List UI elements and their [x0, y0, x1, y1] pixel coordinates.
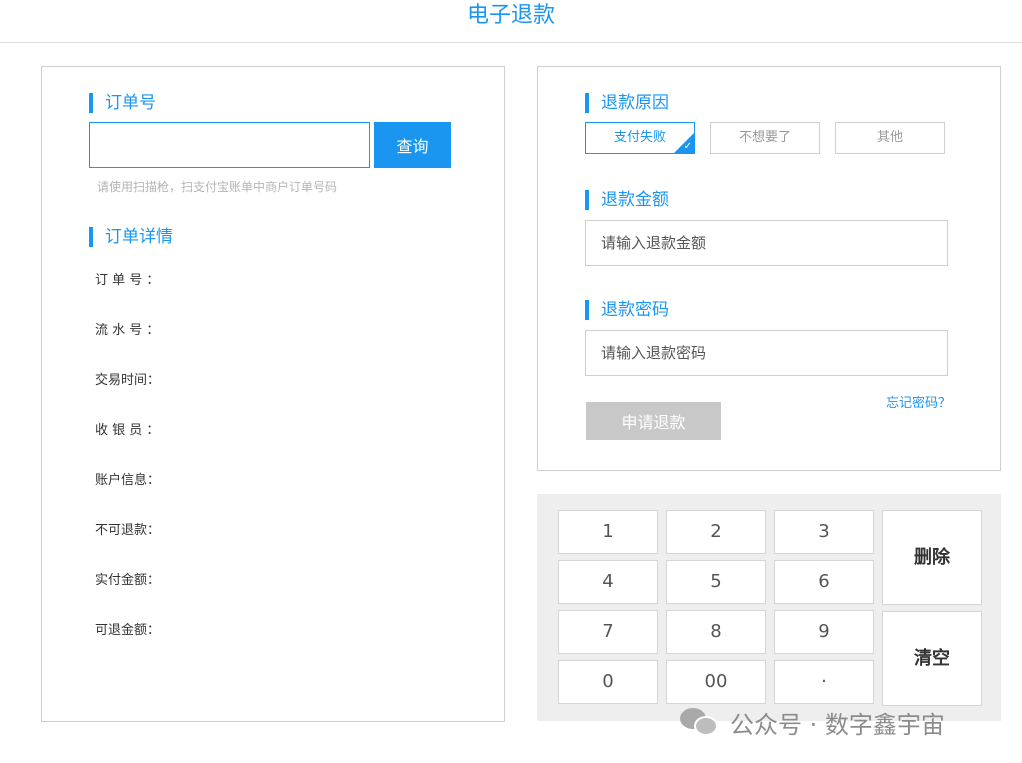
check-icon: ✓: [683, 141, 692, 152]
detail-label-cashier: 收 银 员 ：: [95, 423, 160, 438]
refund-panel: 退款原因 支付失败 ✓ 不想要了 其他 退款金额 退款密码 忘记密码？ 申请退款: [537, 66, 1001, 471]
numeric-keypad: 1 2 3 4 5 6 7 8 9 0 00 · 删除 清空: [537, 494, 1001, 721]
key-9[interactable]: 9: [774, 610, 874, 654]
reason-option-label: 不想要了: [738, 130, 791, 145]
key-5[interactable]: 5: [666, 560, 766, 604]
key-3[interactable]: 3: [774, 510, 874, 554]
refund-password-input[interactable]: [585, 330, 948, 376]
order-number-section-title: 订单号: [89, 93, 156, 113]
refund-amount-input[interactable]: [585, 220, 948, 266]
watermark: 公众号 · 数字鑫宇宙: [680, 704, 945, 740]
detail-label-non-refundable: 不可退款：: [95, 523, 161, 538]
order-detail-section-title: 订单详情: [89, 227, 173, 247]
order-number-input[interactable]: [89, 122, 370, 168]
key-1[interactable]: 1: [558, 510, 658, 554]
reason-option-payment-failed[interactable]: 支付失败 ✓: [585, 122, 695, 154]
key-7[interactable]: 7: [558, 610, 658, 654]
detail-label-account-info: 账户信息：: [95, 473, 161, 488]
detail-label-order-number: 订 单 号 ：: [95, 273, 160, 288]
clear-button[interactable]: 清空: [882, 611, 982, 706]
key-2[interactable]: 2: [666, 510, 766, 554]
detail-label-trade-time: 交易时间：: [95, 373, 161, 388]
reason-option-dont-want[interactable]: 不想要了: [710, 122, 820, 154]
reason-option-label: 支付失败: [613, 130, 666, 145]
wechat-icon: [680, 706, 722, 738]
delete-button[interactable]: 删除: [882, 510, 982, 605]
refund-amount-section-title: 退款金额: [585, 190, 669, 210]
key-00[interactable]: 00: [666, 660, 766, 704]
refund-password-section-title: 退款密码: [585, 300, 669, 320]
detail-label-paid-amount: 实付金额：: [95, 573, 161, 588]
key-8[interactable]: 8: [666, 610, 766, 654]
page-title: 电子退款: [0, 0, 1022, 43]
refund-reason-section-title: 退款原因: [585, 93, 669, 113]
apply-refund-button[interactable]: 申请退款: [586, 402, 721, 440]
scan-hint: 请使用扫描枪，扫支付宝账单中商户订单号码: [97, 180, 338, 194]
query-button[interactable]: 查询: [374, 122, 451, 168]
key-decimal-point[interactable]: ·: [774, 660, 874, 704]
detail-label-serial-number: 流 水 号 ：: [95, 323, 160, 338]
key-6[interactable]: 6: [774, 560, 874, 604]
watermark-text: 公众号 · 数字鑫宇宙: [730, 710, 945, 739]
detail-label-refundable-amount: 可退金额：: [95, 623, 161, 638]
forgot-password-link[interactable]: 忘记密码？: [886, 392, 951, 411]
key-4[interactable]: 4: [558, 560, 658, 604]
reason-option-other[interactable]: 其他: [835, 122, 945, 154]
reason-option-label: 其他: [876, 130, 903, 145]
key-0[interactable]: 0: [558, 660, 658, 704]
order-panel: 订单号 查询 请使用扫描枪，扫支付宝账单中商户订单号码 订单详情 订 单 号 ：…: [41, 66, 505, 722]
